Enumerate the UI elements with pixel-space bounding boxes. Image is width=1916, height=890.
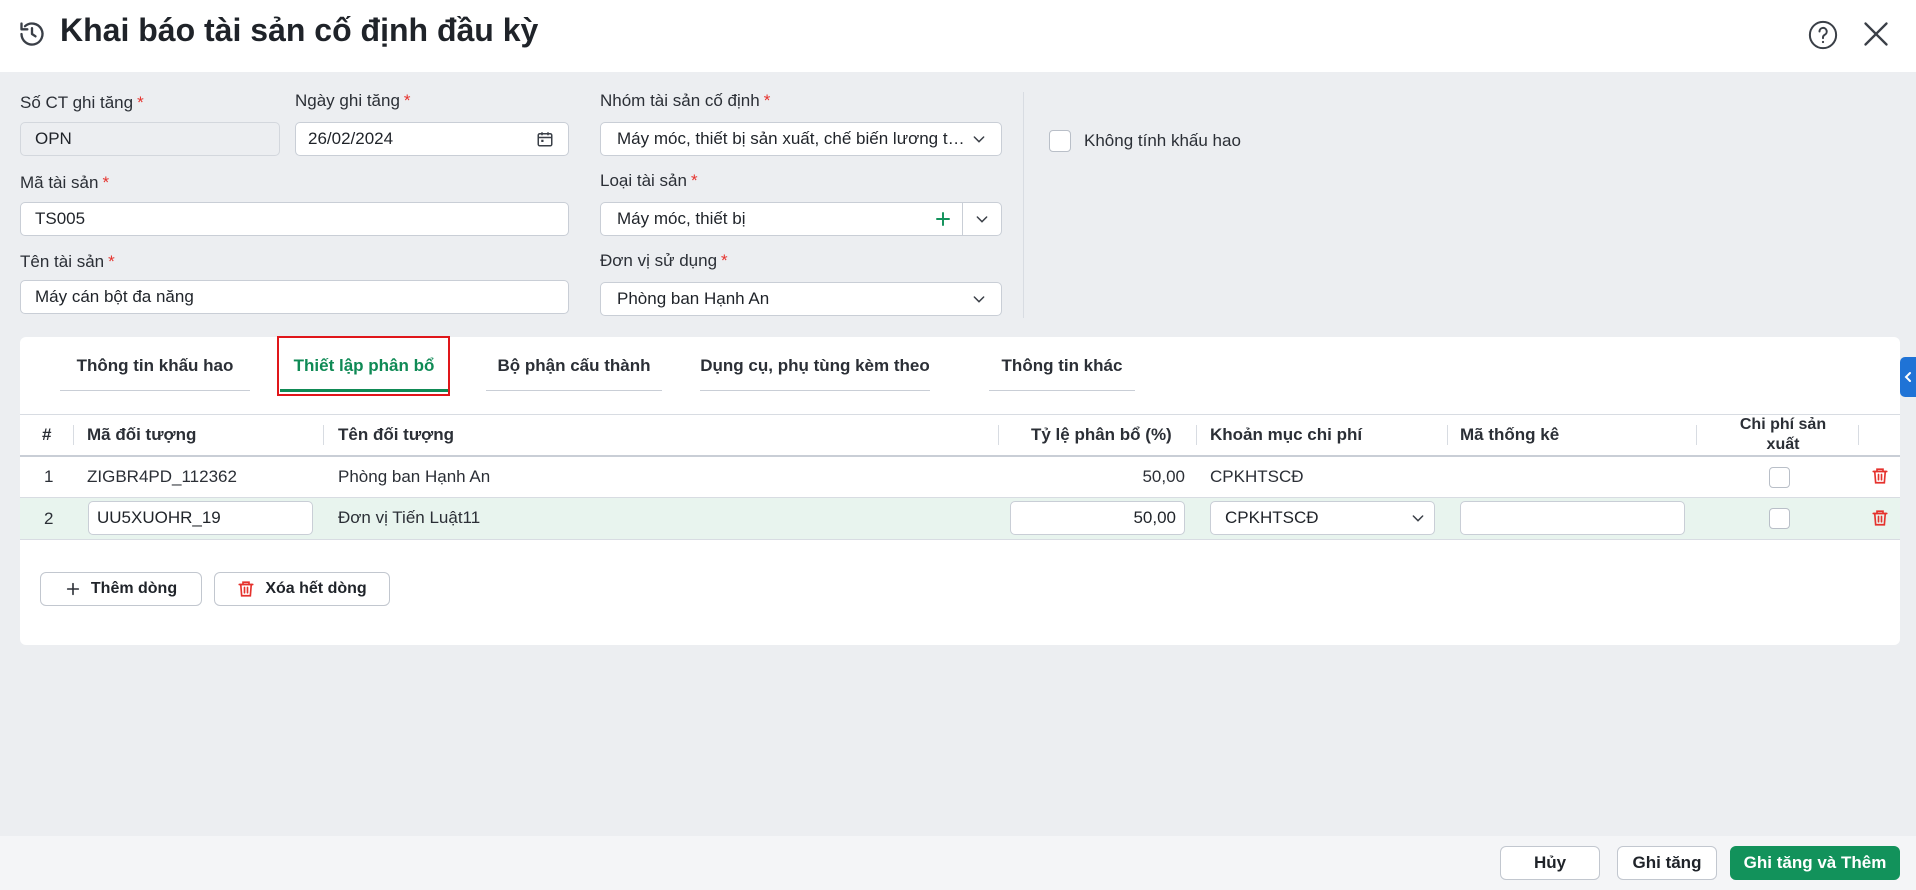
active-tab-highlight xyxy=(277,336,450,396)
column-header-ten-doi-tuong[interactable]: Tên đối tượng xyxy=(338,425,454,445)
tab-dung-cu-phu-tung[interactable]: Dụng cụ, phụ tùng kèm theo xyxy=(700,337,930,395)
column-separator xyxy=(998,425,999,445)
loai-tai-san-select[interactable]: Máy móc, thiết bị xyxy=(600,202,1002,236)
save-and-add-button[interactable]: Ghi tăng và Thêm xyxy=(1730,846,1900,880)
ma-tai-san-input[interactable]: TS005 xyxy=(20,202,569,236)
row-chi-phi-sx-checkbox[interactable] xyxy=(1769,467,1790,488)
tab-thong-tin-khac[interactable]: Thông tin khác xyxy=(989,337,1135,395)
column-header-ma-thong-ke[interactable]: Mã thống kê xyxy=(1460,425,1559,445)
table-row[interactable]: 1 ZIGBR4PD_112362 Phòng ban Hạnh An 50,0… xyxy=(20,457,1900,497)
ten-tai-san-label: Tên tài sản * xyxy=(20,252,115,271)
column-header-index: # xyxy=(42,425,52,444)
column-header-chi-phi-san-xuat[interactable]: Chi phí sản xuất xyxy=(1708,415,1858,455)
dialog-header: Khai báo tài sản cố định đầu kỳ xyxy=(0,0,1916,72)
side-panel-toggle[interactable] xyxy=(1900,357,1916,397)
row-khoan-muc[interactable]: CPKHTSCĐ xyxy=(1210,467,1304,487)
nhom-tai-san-select[interactable]: Máy móc, thiết bị sản xuất, chế biến lươ… xyxy=(600,122,1002,156)
column-separator xyxy=(1858,425,1859,445)
save-button[interactable]: Ghi tăng xyxy=(1617,846,1717,880)
ten-tai-san-input[interactable]: Máy cán bột đa năng xyxy=(20,280,569,314)
ma-tai-san-label: Mã tài sản * xyxy=(20,173,110,192)
tab-bo-phan-cau-thanh[interactable]: Bộ phận cấu thành xyxy=(486,337,662,395)
cancel-button[interactable]: Hủy xyxy=(1500,846,1600,880)
table-row-border xyxy=(20,539,1900,540)
allocation-panel: Thông tin khấu hao Thiết lập phân bổ Bộ … xyxy=(20,336,1900,645)
row-ma-doi-tuong-input[interactable]: UU5XUOHR_19 xyxy=(88,501,313,535)
row-chi-phi-sx-checkbox[interactable] xyxy=(1769,508,1790,529)
nhom-tai-san-label: Nhóm tài sản cố định * xyxy=(600,91,771,110)
row-khoan-muc-select[interactable]: CPKHTSCĐ xyxy=(1210,501,1435,535)
history-icon[interactable] xyxy=(18,20,46,48)
delete-all-rows-button[interactable]: Xóa hết dòng xyxy=(214,572,390,606)
chevron-left-icon xyxy=(1904,372,1911,382)
row-ten-doi-tuong[interactable]: Phòng ban Hạnh An xyxy=(338,467,490,487)
trash-icon xyxy=(238,581,254,597)
column-separator xyxy=(73,425,74,445)
khong-tinh-khau-hao-checkbox[interactable] xyxy=(1049,130,1071,152)
column-header-ty-le[interactable]: Tỷ lệ phân bổ (%) xyxy=(1031,425,1172,445)
chevron-down-icon xyxy=(976,216,988,223)
row-ty-le[interactable]: 50,00 xyxy=(1020,467,1185,487)
tab-thong-tin-khau-hao[interactable]: Thông tin khấu hao xyxy=(60,337,250,395)
calendar-icon[interactable] xyxy=(536,130,554,148)
so-ct-field[interactable]: OPN xyxy=(20,122,280,156)
help-icon[interactable] xyxy=(1808,20,1838,50)
column-separator xyxy=(1447,425,1448,445)
row-index: 1 xyxy=(44,467,54,486)
add-row-button[interactable]: Thêm dòng xyxy=(40,572,202,606)
column-header-khoan-muc[interactable]: Khoản mục chi phí xyxy=(1210,425,1362,445)
close-icon[interactable] xyxy=(1862,20,1890,48)
delete-row-icon[interactable] xyxy=(1871,466,1889,486)
loai-tai-san-label: Loại tài sản * xyxy=(600,171,698,190)
ngay-ghi-tang-field[interactable]: 26/02/2024 xyxy=(295,122,569,156)
chevron-down-icon xyxy=(973,296,985,303)
row-index: 2 xyxy=(44,509,54,528)
loai-tai-san-dropdown-toggle[interactable] xyxy=(963,211,1001,227)
column-header-ma-doi-tuong[interactable]: Mã đối tượng xyxy=(87,425,196,445)
don-vi-su-dung-label: Đơn vị sử dụng * xyxy=(600,251,728,270)
form-divider xyxy=(1023,92,1024,318)
chevron-down-icon xyxy=(973,136,985,143)
ngay-ghi-tang-label: Ngày ghi tăng * xyxy=(295,91,411,110)
row-ten-doi-tuong[interactable]: Đơn vị Tiến Luật11 xyxy=(338,508,480,528)
column-separator xyxy=(323,425,324,445)
chevron-down-icon xyxy=(1412,515,1424,522)
row-ma-doi-tuong[interactable]: ZIGBR4PD_112362 xyxy=(87,467,237,487)
don-vi-su-dung-select[interactable]: Phòng ban Hạnh An xyxy=(600,282,1002,316)
khong-tinh-khau-hao-label: Không tính khấu hao xyxy=(1084,131,1241,150)
column-separator xyxy=(1196,425,1197,445)
so-ct-label: Số CT ghi tăng * xyxy=(20,93,144,112)
table-row-selected[interactable]: 2 UU5XUOHR_19 Đơn vị Tiến Luật11 50,00 C… xyxy=(20,498,1900,539)
plus-icon[interactable] xyxy=(934,210,952,228)
table-top-border xyxy=(20,414,1900,415)
row-ma-thong-ke-input[interactable] xyxy=(1460,501,1685,535)
row-ty-le-input[interactable]: 50,00 xyxy=(1010,501,1185,535)
delete-row-icon[interactable] xyxy=(1871,508,1889,528)
column-separator xyxy=(1696,425,1697,445)
plus-icon xyxy=(66,582,80,596)
page-title: Khai báo tài sản cố định đầu kỳ xyxy=(60,12,539,48)
